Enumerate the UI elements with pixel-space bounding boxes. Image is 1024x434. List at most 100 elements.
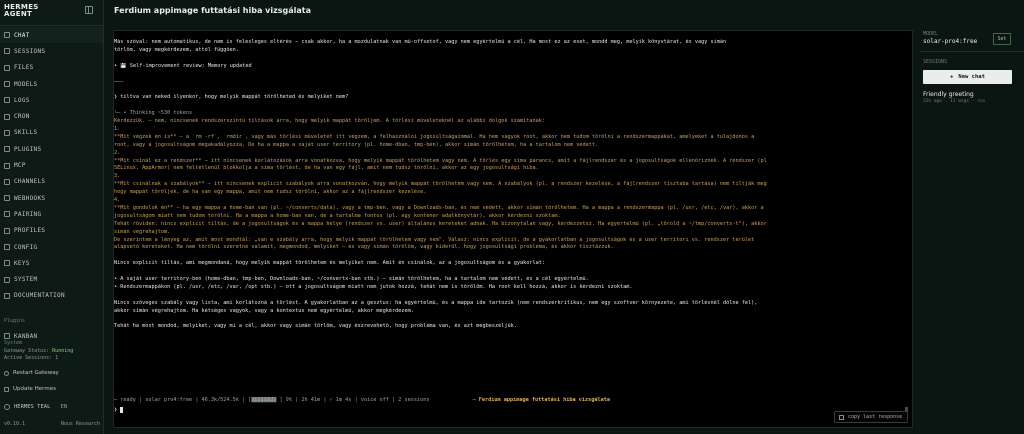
models-icon — [4, 81, 10, 88]
terminal-line: 2. — [114, 149, 121, 156]
sidebar-item-skills[interactable]: SKILLS — [0, 125, 103, 141]
terminal-line: törlöm, vagy megkérdezem, attól függően. — [114, 46, 239, 53]
sidebar-item-cron[interactable]: CRON — [0, 108, 103, 124]
terminal-line: 1. — [114, 125, 121, 132]
terminal-line: **Mit csinálnak a szabályok** — itt ninc… — [114, 181, 767, 188]
skills-icon — [4, 129, 10, 136]
sidebar-toggle-icon[interactable] — [85, 6, 93, 14]
terminal-line: • 💾 Self-improvement review: Memory upda… — [114, 62, 252, 69]
copy-last-response-button[interactable]: copy last response — [834, 411, 908, 423]
terminal-line: • Rendszermappákon (pl. /usr, /etc, /var… — [114, 283, 633, 290]
sidebar-item-label: MCP — [14, 162, 26, 170]
sidebar-item-chat[interactable]: CHAT — [0, 27, 103, 44]
sessions-icon — [4, 48, 10, 55]
terminal-line: └─ • Thinking ~530 tokens — [114, 110, 193, 117]
update-hermes-button[interactable]: Update Hermes — [4, 384, 56, 394]
sidebar-item-models[interactable]: MODELS — [0, 76, 103, 92]
terminal-line: **Mit csinál ez a rendszer** — itt nincs… — [114, 157, 767, 164]
documentation-icon — [4, 292, 10, 299]
set-model-button[interactable]: Set — [993, 33, 1011, 45]
brand: HERMES AGENT — [0, 0, 103, 26]
active-sessions-count: Active Sessions: 1 — [4, 355, 59, 361]
theme-name: HERMES TEAL — [14, 404, 51, 410]
sidebar-item-label: SKILLS — [14, 129, 38, 137]
sidebar-item-documentation[interactable]: DOCUMENTATION — [0, 288, 103, 304]
terminal-line: Nincs szöveges szabály vagy lista, ami k… — [114, 299, 758, 306]
pairing-icon — [4, 211, 10, 218]
terminal-line: SELinux, AppArmor) nem feltétlenül blokk… — [114, 165, 539, 172]
prompt-line[interactable]: ❯ — [114, 407, 904, 413]
sidebar-item-label: PROFILES — [14, 227, 46, 235]
clock-icon — [4, 113, 10, 120]
sidebar-item-label: SESSIONS — [14, 47, 46, 55]
session-item-title[interactable]: Friendly greeting — [923, 91, 974, 98]
sidebar-item-files[interactable]: FILES — [0, 60, 103, 76]
system-icon — [4, 276, 10, 283]
sidebar: HERMES AGENT CHAT SESSIONS FILES MODELS LOGS… — [0, 0, 104, 434]
profiles-icon — [4, 227, 10, 234]
prompt-icon: ❯ — [114, 407, 118, 413]
sidebar-item-config[interactable]: CONFIG — [0, 239, 103, 255]
sidebar-item-label: KEYS — [14, 259, 30, 267]
sidebar-item-plugins[interactable]: PLUGINS — [0, 141, 103, 157]
sidebar-item-webhooks[interactable]: WEBHOOKS — [0, 190, 103, 206]
model-select[interactable]: solar-pro4:free — [923, 38, 977, 45]
sidebar-item-system[interactable]: SYSTEM — [0, 271, 103, 287]
key-icon — [4, 260, 10, 267]
terminal-line: Tehát ha most mondod, melyiket, vagy mi … — [114, 323, 517, 330]
sidebar-item-mcp[interactable]: MCP — [0, 157, 103, 173]
cursor — [120, 407, 124, 413]
restart-icon — [4, 370, 9, 376]
kanban-icon — [4, 333, 10, 340]
sidebar-item-label: CHAT — [14, 31, 30, 39]
gateway-status: Gateway Status: Running Active Sessions:… — [4, 348, 74, 361]
sidebar-item-label: KANBAN — [14, 332, 38, 340]
terminal-line: akkor simán végrehajtom. Ha kétséges vag… — [114, 307, 414, 314]
sidebar-item-channels[interactable]: CHANNELS — [0, 174, 103, 190]
terminal-line: hogy mappát töröljek, de ha van egy mapp… — [114, 189, 427, 196]
sidebar-item-label: FILES — [14, 64, 34, 72]
terminal-line: • A saját user territory-ben (home-dban,… — [114, 276, 589, 282]
gateway-status-value: Running — [52, 348, 74, 354]
terminal-line: alapvető kereteket. Ha nem törölni szere… — [114, 244, 614, 251]
sidebar-item-label: MODELS — [14, 80, 38, 88]
sidebar-item-label: PLUGINS — [14, 145, 42, 153]
terminal-line: jogosultságom miatt nem tudom törölni. H… — [114, 212, 561, 219]
restart-gateway-button[interactable]: Restart Gateway — [4, 368, 59, 378]
sidebar-item-label: PAIRING — [14, 210, 42, 218]
terminal-line: Kérdezzük. — nem, nincsenek rendszerszin… — [114, 118, 545, 124]
sidebar-footer: v0.10.1 Nous Research — [4, 421, 100, 427]
language-selector[interactable]: EN — [60, 404, 67, 410]
terminal-line: Tehát röviden: nincs explicit tiltás, de… — [114, 220, 767, 227]
chat-terminal[interactable]: Más szóval: nem automatikus, de nem is f… — [113, 30, 913, 428]
palette-icon — [4, 404, 10, 410]
model-label: MODEL — [923, 31, 939, 37]
right-panel: MODEL solar-pro4:free Set SESSIONS + New… — [920, 28, 1024, 434]
sidebar-item-logs[interactable]: LOGS — [0, 92, 103, 108]
sidebar-item-profiles[interactable]: PROFILES — [0, 223, 103, 239]
org-label: Nous Research — [60, 421, 100, 427]
download-icon — [4, 386, 9, 392]
theme-selector[interactable]: HERMES TEAL EN — [4, 404, 67, 410]
terminal-line: root, vagy a jogosultságom megakadályozz… — [114, 141, 599, 148]
sidebar-item-sessions[interactable]: SESSIONS — [0, 43, 103, 59]
sidebar-item-label: WEBHOOKS — [14, 194, 46, 202]
divider — [920, 51, 1024, 52]
new-chat-button[interactable]: + New chat — [923, 70, 1012, 84]
terminal-line: **Mit végzek én is** — a `rm -rf`, `rmdi… — [114, 133, 755, 140]
sidebar-item-pairing[interactable]: PAIRING — [0, 206, 103, 222]
terminal-line: 4. — [114, 197, 121, 203]
copy-icon — [839, 414, 844, 420]
sidebar-item-label: CRON — [14, 113, 30, 121]
plus-icon: + — [950, 74, 954, 80]
page-header: Ferdium appimage futtatási hiba vizsgála… — [104, 0, 1024, 20]
sidebar-item-keys[interactable]: KEYS — [0, 255, 103, 271]
sidebar-item-label: CHANNELS — [14, 178, 46, 186]
sidebar-item-label: CONFIG — [14, 243, 38, 251]
plugins-section-label: Plugins — [4, 318, 26, 324]
terminal-line: **Mit gondolok én** — ha egy mappa a hom… — [114, 204, 764, 211]
status-bar-left: ─ ready │ solar pro4:free │ 46.3k/524.5k… — [114, 397, 430, 403]
webhooks-icon — [4, 195, 10, 202]
terminal-line: Más szóval: nem automatikus, de nem is f… — [114, 39, 727, 45]
sidebar-item-label: LOGS — [14, 96, 30, 104]
